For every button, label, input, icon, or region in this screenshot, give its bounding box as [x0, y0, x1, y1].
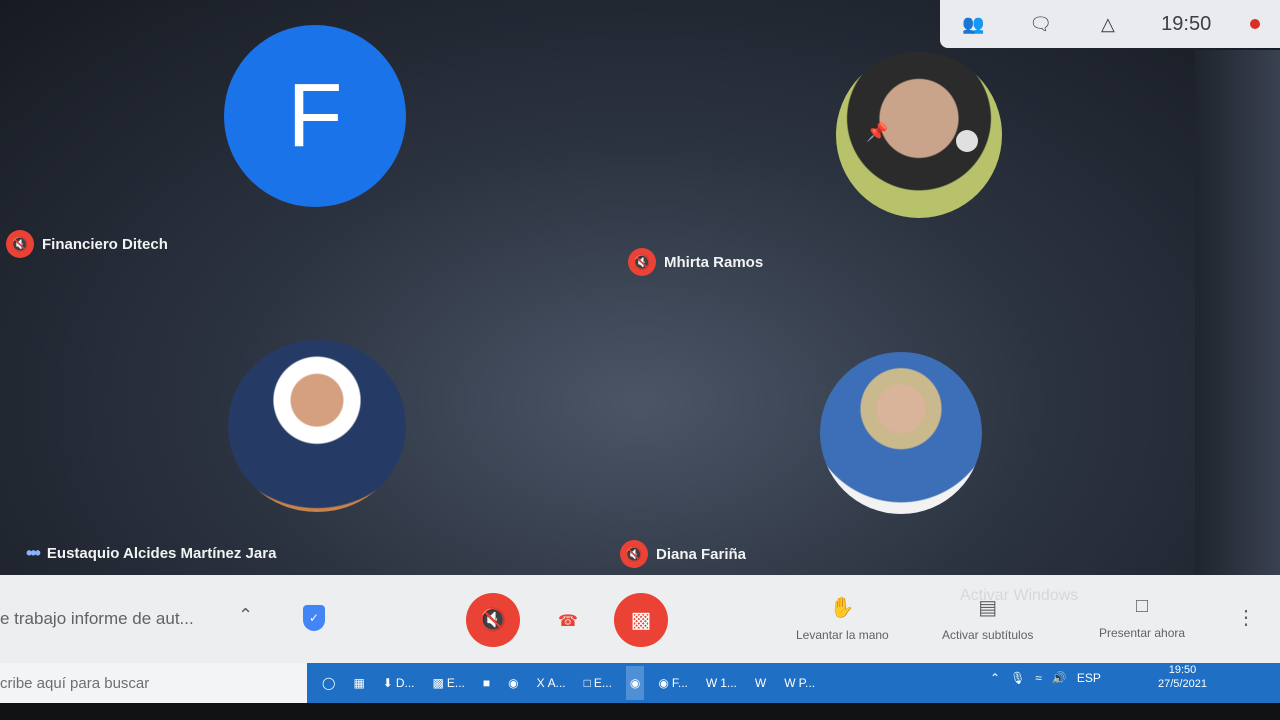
participant-video-mhirta: 📌 [836, 52, 1002, 218]
present-icon: □ [1135, 595, 1149, 617]
taskbar-item-edge[interactable]: ◉ [504, 666, 522, 700]
taskbar-item-folder[interactable]: ▩ E... [429, 666, 469, 700]
task-view-icon[interactable]: ▦ [349, 666, 368, 700]
hand-icon: ✋ [829, 597, 855, 619]
chat-icon[interactable]: 🗨 [1027, 14, 1055, 35]
participant-avatar-financiero: F [224, 25, 406, 207]
participant-name-financiero: 🔇 Financiero Ditech [6, 230, 168, 258]
system-tray: ⌃ 🎙 ≈ 🔊 ESP [990, 671, 1101, 685]
participant-name-mhirta: 🔇 Mhirta Ramos [628, 248, 763, 276]
camera-off-icon: ▩ [630, 607, 652, 632]
pin-icon[interactable]: 📌 [866, 122, 888, 143]
avatar-letter: F [287, 65, 343, 166]
taskbar-item-notes[interactable]: ■ [479, 666, 494, 700]
captions-button[interactable]: ▤ Activar subtítulos [942, 595, 1033, 642]
taskbar-item-excel[interactable]: X A... [533, 666, 570, 700]
shield-icon[interactable]: ✓ [303, 605, 325, 631]
monitor-bezel [0, 703, 1280, 720]
meeting-stage [0, 0, 1280, 575]
taskbar-item-chrome-2[interactable]: ◉ F... [654, 666, 692, 700]
taskbar-clock[interactable]: 19:50 27/5/2021 [1158, 663, 1207, 691]
participant-name-diana: 🔇 Diana Fariña [620, 540, 746, 568]
taskbar-item-file[interactable]: □ E... [580, 666, 616, 700]
tray-chevron-icon[interactable]: ⌃ [990, 671, 1000, 685]
taskbar-item-word-3[interactable]: W P... [780, 666, 819, 700]
present-button[interactable]: □ Presentar ahora [1099, 595, 1185, 640]
mic-off-icon: 🔇 [6, 230, 34, 258]
meeting-title[interactable]: e trabajo informe de aut... [0, 609, 194, 629]
windows-taskbar: cribe aquí para buscar ◯ ▦ ⬇ D... ▩ E... ■… [0, 663, 1280, 703]
chevron-up-icon[interactable]: ⌃ [238, 605, 253, 626]
recording-dot [1250, 19, 1261, 29]
meeting-top-bar: 👥 🗨 △ 19:50 [940, 0, 1280, 48]
captions-icon: ▤ [978, 597, 998, 619]
stage-edge [1195, 50, 1280, 575]
mic-off-icon: 🔇 [628, 248, 656, 276]
participant-video-diana [820, 352, 982, 514]
raise-hand-button[interactable]: ✋ Levantar la mano [796, 595, 889, 642]
more-options-icon[interactable]: ⋮ [1236, 605, 1256, 630]
participant-name-eustaquio: ••• Eustaquio Alcides Martínez Jara [26, 543, 277, 563]
participant-video-eustaquio [228, 340, 406, 512]
remove-icon[interactable] [956, 130, 978, 152]
taskbar-item-download[interactable]: ⬇ D... [379, 666, 419, 700]
speaking-dots-icon: ••• [26, 543, 41, 563]
mic-off-icon: 🔇 [479, 607, 507, 632]
network-icon[interactable]: ≈ [1035, 671, 1042, 685]
meeting-controls: e trabajo informe de aut... ⌃ ✓ Activar … [0, 575, 1280, 663]
taskbar-item-word[interactable]: W 1... [702, 666, 741, 700]
hangup-icon[interactable]: ☎ [558, 611, 578, 631]
mic-icon[interactable]: 🎙 [1010, 671, 1025, 685]
camera-toggle-button[interactable]: ▩ [614, 593, 668, 647]
cortana-icon[interactable]: ◯ [318, 666, 339, 700]
meeting-clock: 19:50 [1161, 12, 1212, 35]
taskbar-item-word-2[interactable]: W [751, 666, 770, 700]
mic-toggle-button[interactable]: 🔇 [466, 593, 520, 647]
volume-icon[interactable]: 🔊 [1052, 671, 1067, 685]
mic-off-icon: 🔇 [620, 540, 648, 568]
activities-icon[interactable]: △ [1094, 14, 1122, 35]
taskbar-search[interactable]: cribe aquí para buscar [0, 675, 149, 692]
people-icon[interactable]: 👥 [960, 14, 988, 35]
language-indicator[interactable]: ESP [1077, 671, 1101, 685]
taskbar-apps: ◯ ▦ ⬇ D... ▩ E... ■ ◉ X A... □ E... ◉ ◉ F... … [318, 666, 819, 700]
taskbar-item-chrome[interactable]: ◉ [625, 666, 645, 700]
